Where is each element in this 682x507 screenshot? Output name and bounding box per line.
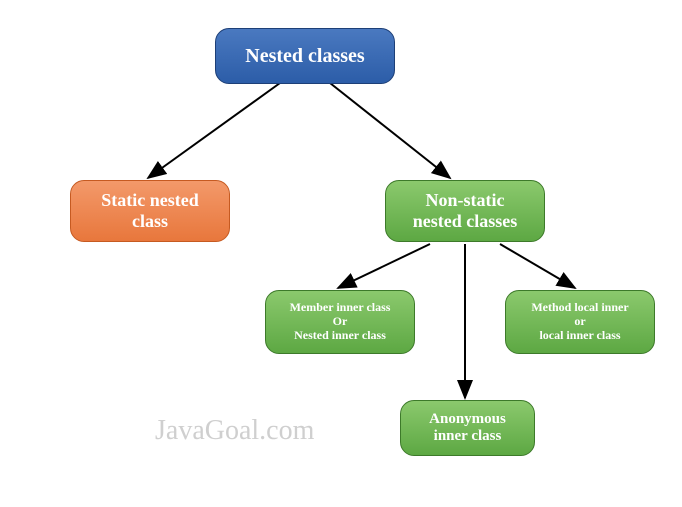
- node-label-line: nested classes: [413, 211, 518, 232]
- node-label-line: or: [574, 315, 585, 329]
- node-label-line: inner class: [434, 428, 502, 445]
- node-label-line: local inner class: [539, 329, 620, 343]
- node-label-line: Nested inner class: [294, 329, 386, 343]
- node-nested-classes: Nested classes: [215, 28, 395, 84]
- node-method-local-inner-class: Method local inner or local inner class: [505, 290, 655, 354]
- node-label-line: Anonymous: [429, 411, 506, 428]
- node-label-line: Static nested: [101, 190, 199, 211]
- node-member-inner-class: Member inner class Or Nested inner class: [265, 290, 415, 354]
- node-label-line: Member inner class: [290, 301, 391, 315]
- node-label-line: Non-static: [426, 190, 505, 211]
- node-static-nested-class: Static nested class: [70, 180, 230, 242]
- watermark-text: JavaGoal.com: [155, 415, 314, 447]
- node-label-line: class: [132, 211, 168, 232]
- node-label: Nested classes: [245, 45, 364, 68]
- node-label-line: Method local inner: [531, 301, 628, 315]
- node-label-line: Or: [333, 315, 348, 329]
- node-anonymous-inner-class: Anonymous inner class: [400, 400, 535, 456]
- node-non-static-nested-classes: Non-static nested classes: [385, 180, 545, 242]
